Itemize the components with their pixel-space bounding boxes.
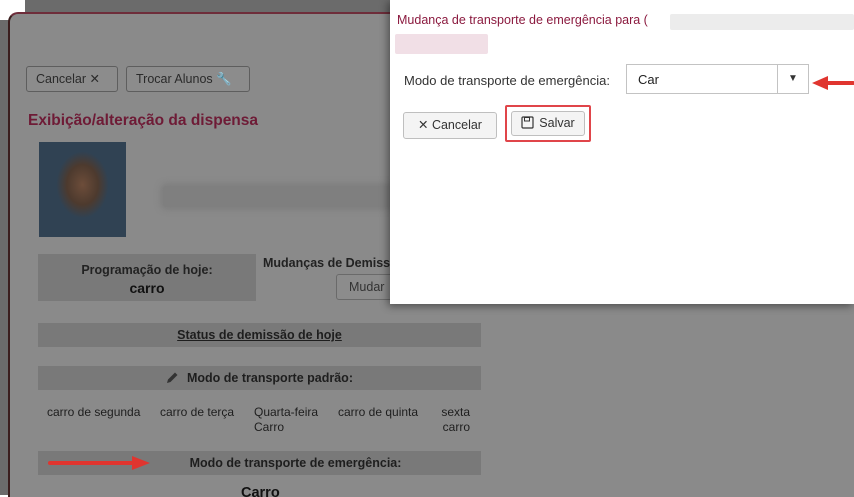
day-wednesday-value: Carro <box>254 420 285 434</box>
emergency-mode-label: Modo de transporte de emergência: <box>189 456 402 470</box>
redacted-student-name <box>670 14 854 30</box>
emergency-mode-field-label: Modo de transporte de emergência: <box>404 73 610 88</box>
pencil-icon[interactable] <box>166 371 179 384</box>
section-title: Exibição/alteração da dispensa <box>28 112 259 129</box>
default-mode-header: Modo de transporte padrão: <box>38 366 481 390</box>
floppy-disk-icon <box>521 116 534 129</box>
redacted-student-name-cont <box>395 34 488 54</box>
emergency-transport-dialog: Mudança de transporte de emergência para… <box>390 0 854 304</box>
arrow-annotation <box>48 456 150 470</box>
dialog-save-button[interactable]: Salvar <box>511 111 585 136</box>
day-friday-name: sexta <box>441 405 470 419</box>
emergency-mode-select-value: Car <box>638 72 659 87</box>
dialog-save-label: Salvar <box>539 116 575 130</box>
status-header-link[interactable]: Status de demissão de hoje <box>177 328 342 342</box>
cancel-button-bg[interactable]: Cancelar ✕ <box>26 66 118 92</box>
dialog-cancel-button[interactable]: ✕ Cancelar <box>403 112 497 139</box>
day-thursday: carro de quinta <box>338 405 418 420</box>
day-tuesday: carro de terça <box>160 405 234 420</box>
emergency-mode-select[interactable]: Car ▼ <box>626 64 809 94</box>
student-name-redacted <box>163 186 403 207</box>
day-friday-value: carro <box>442 420 470 434</box>
today-schedule-box: Programação de hoje: carro <box>38 254 256 301</box>
default-mode-label: Modo de transporte padrão: <box>187 371 353 385</box>
today-schedule-value: carro <box>129 280 165 296</box>
day-friday: sexta carro <box>439 405 470 435</box>
arrow-annotation <box>812 76 854 90</box>
day-wednesday: Quarta-feira Carro <box>254 405 318 435</box>
dialog-title: Mudança de transporte de emergência para… <box>397 13 648 27</box>
day-monday: carro de segunda <box>47 405 140 420</box>
chevron-down-icon[interactable]: ▼ <box>777 65 808 93</box>
status-header: Status de demissão de hoje <box>38 323 481 347</box>
day-wednesday-name: Quarta-feira <box>254 405 319 419</box>
switch-students-button[interactable]: Trocar Alunos 🔧 <box>126 66 250 92</box>
today-schedule-label: Programação de hoje: <box>81 263 213 277</box>
dismissal-changes-label: Mudanças de Demissã <box>263 256 398 270</box>
day-tuesday-name: carro de terça <box>160 405 235 419</box>
student-photo <box>39 142 126 237</box>
day-monday-name: carro de segunda <box>47 405 141 419</box>
day-thursday-name: carro de quinta <box>338 405 419 419</box>
emergency-mode-value: Carro <box>241 485 280 497</box>
